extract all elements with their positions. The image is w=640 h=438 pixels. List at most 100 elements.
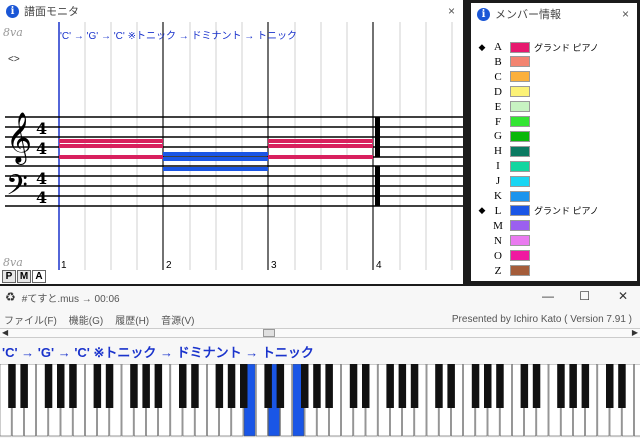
close-icon[interactable]: × bbox=[622, 7, 629, 21]
scroll-right-icon[interactable]: ▶ bbox=[632, 328, 638, 337]
black-key[interactable] bbox=[240, 364, 248, 408]
black-key[interactable] bbox=[410, 364, 419, 408]
close-button[interactable]: ✕ bbox=[618, 289, 628, 303]
black-key[interactable] bbox=[191, 364, 199, 408]
member-letter: M bbox=[493, 219, 503, 232]
octave-bottom-label: 8va bbox=[3, 256, 23, 269]
minimize-button[interactable]: — bbox=[542, 289, 554, 303]
black-key[interactable] bbox=[606, 364, 614, 408]
member-bullet: ◆ bbox=[478, 205, 486, 216]
member-color-swatch[interactable] bbox=[510, 145, 530, 157]
black-key[interactable] bbox=[484, 364, 492, 408]
member-color-swatch[interactable] bbox=[510, 130, 530, 142]
member-color-swatch[interactable] bbox=[510, 265, 530, 276]
black-key[interactable] bbox=[142, 364, 150, 408]
menu-history[interactable]: 履歴(H) bbox=[115, 312, 149, 327]
tab-m[interactable]: M bbox=[17, 270, 31, 283]
member-letter: D bbox=[494, 85, 502, 98]
member-color-swatch[interactable] bbox=[510, 116, 530, 127]
scroll-left-icon[interactable]: ◀ bbox=[2, 328, 8, 337]
black-key[interactable] bbox=[276, 364, 285, 408]
member-row[interactable]: B bbox=[471, 55, 534, 69]
member-instrument: グランド ピアノ bbox=[534, 206, 599, 217]
black-key[interactable] bbox=[581, 364, 590, 408]
black-key[interactable] bbox=[301, 364, 309, 408]
menu-function[interactable]: 機能(G) bbox=[69, 312, 103, 327]
member-color-swatch[interactable] bbox=[510, 160, 530, 172]
member-row[interactable]: G bbox=[471, 129, 534, 143]
member-row[interactable]: K bbox=[471, 189, 534, 203]
member-row[interactable]: Z bbox=[471, 264, 534, 278]
members-window-title: メンバー情報 bbox=[495, 9, 561, 21]
bar-number: 2 bbox=[166, 260, 172, 271]
member-letter: G bbox=[494, 130, 502, 143]
score-monitor-window: i 譜面モニタ × 𝄞 𝄢 4 4 4 4 8va 8va 'C' → 'G' … bbox=[0, 0, 463, 284]
black-key[interactable] bbox=[179, 364, 187, 408]
black-key[interactable] bbox=[105, 364, 114, 408]
tab-a[interactable]: A bbox=[32, 270, 46, 283]
member-row[interactable]: H bbox=[471, 144, 534, 158]
member-row[interactable]: M bbox=[471, 219, 534, 233]
maximize-button[interactable]: ☐ bbox=[579, 289, 590, 303]
black-key[interactable] bbox=[435, 364, 443, 408]
bar-number: 4 bbox=[376, 260, 382, 271]
scroll-thumb[interactable] bbox=[263, 329, 275, 337]
black-key[interactable] bbox=[154, 364, 163, 408]
black-key[interactable] bbox=[130, 364, 138, 408]
menu-sound-source[interactable]: 音源(V) bbox=[161, 312, 194, 327]
member-row[interactable]: O bbox=[471, 249, 534, 263]
member-row[interactable]: F bbox=[471, 115, 534, 129]
black-key[interactable] bbox=[496, 364, 504, 408]
black-key[interactable] bbox=[618, 364, 626, 408]
member-color-swatch[interactable] bbox=[510, 71, 530, 83]
black-key[interactable] bbox=[532, 364, 541, 408]
black-key[interactable] bbox=[447, 364, 455, 408]
member-row[interactable]: J bbox=[471, 174, 534, 188]
member-color-swatch[interactable] bbox=[510, 41, 530, 53]
black-key[interactable] bbox=[8, 364, 16, 408]
black-key[interactable] bbox=[386, 364, 394, 408]
member-row[interactable]: D bbox=[471, 85, 534, 99]
member-row[interactable]: ◆ A グランド ピアノ bbox=[471, 40, 599, 54]
member-color-swatch[interactable] bbox=[510, 190, 530, 202]
view-tabs: P M A bbox=[2, 270, 47, 283]
black-key[interactable] bbox=[520, 364, 529, 408]
black-key[interactable] bbox=[44, 364, 53, 408]
black-key[interactable] bbox=[57, 364, 65, 408]
member-letter: K bbox=[494, 190, 502, 202]
member-color-swatch[interactable] bbox=[510, 235, 530, 247]
horizontal-scrollbar[interactable]: ◀ ▶ bbox=[0, 328, 640, 338]
member-row[interactable]: N bbox=[471, 234, 534, 248]
menu-file[interactable]: ファイル(F) bbox=[4, 312, 57, 327]
member-row[interactable]: E bbox=[471, 100, 534, 114]
black-key[interactable] bbox=[325, 364, 333, 408]
member-row[interactable]: I bbox=[471, 159, 534, 173]
black-key[interactable] bbox=[227, 364, 236, 408]
black-key[interactable] bbox=[20, 364, 28, 408]
black-key[interactable] bbox=[215, 364, 224, 408]
black-key[interactable] bbox=[557, 364, 565, 408]
black-key[interactable] bbox=[264, 364, 272, 408]
member-color-swatch[interactable] bbox=[510, 56, 530, 68]
black-key[interactable] bbox=[569, 364, 577, 408]
tab-p[interactable]: P bbox=[2, 270, 16, 283]
toggle-button[interactable]: <> bbox=[8, 54, 20, 65]
bar-number: 1 bbox=[61, 260, 67, 271]
black-key[interactable] bbox=[398, 364, 407, 408]
member-color-swatch[interactable] bbox=[510, 86, 530, 98]
member-color-swatch[interactable] bbox=[510, 175, 530, 187]
member-color-swatch[interactable] bbox=[510, 250, 530, 262]
member-color-swatch[interactable] bbox=[510, 205, 530, 217]
black-key[interactable] bbox=[362, 364, 370, 408]
black-key[interactable] bbox=[349, 364, 358, 408]
member-color-swatch[interactable] bbox=[510, 101, 530, 113]
white-key[interactable] bbox=[634, 364, 640, 437]
black-key[interactable] bbox=[69, 364, 77, 408]
octave-top-label: 8va bbox=[3, 26, 23, 39]
member-row[interactable]: C bbox=[471, 70, 534, 84]
black-key[interactable] bbox=[313, 364, 321, 408]
member-row[interactable]: ◆ L グランド ピアノ bbox=[471, 204, 599, 218]
member-color-swatch[interactable] bbox=[510, 220, 530, 232]
black-key[interactable] bbox=[93, 364, 102, 408]
black-key[interactable] bbox=[471, 364, 480, 408]
